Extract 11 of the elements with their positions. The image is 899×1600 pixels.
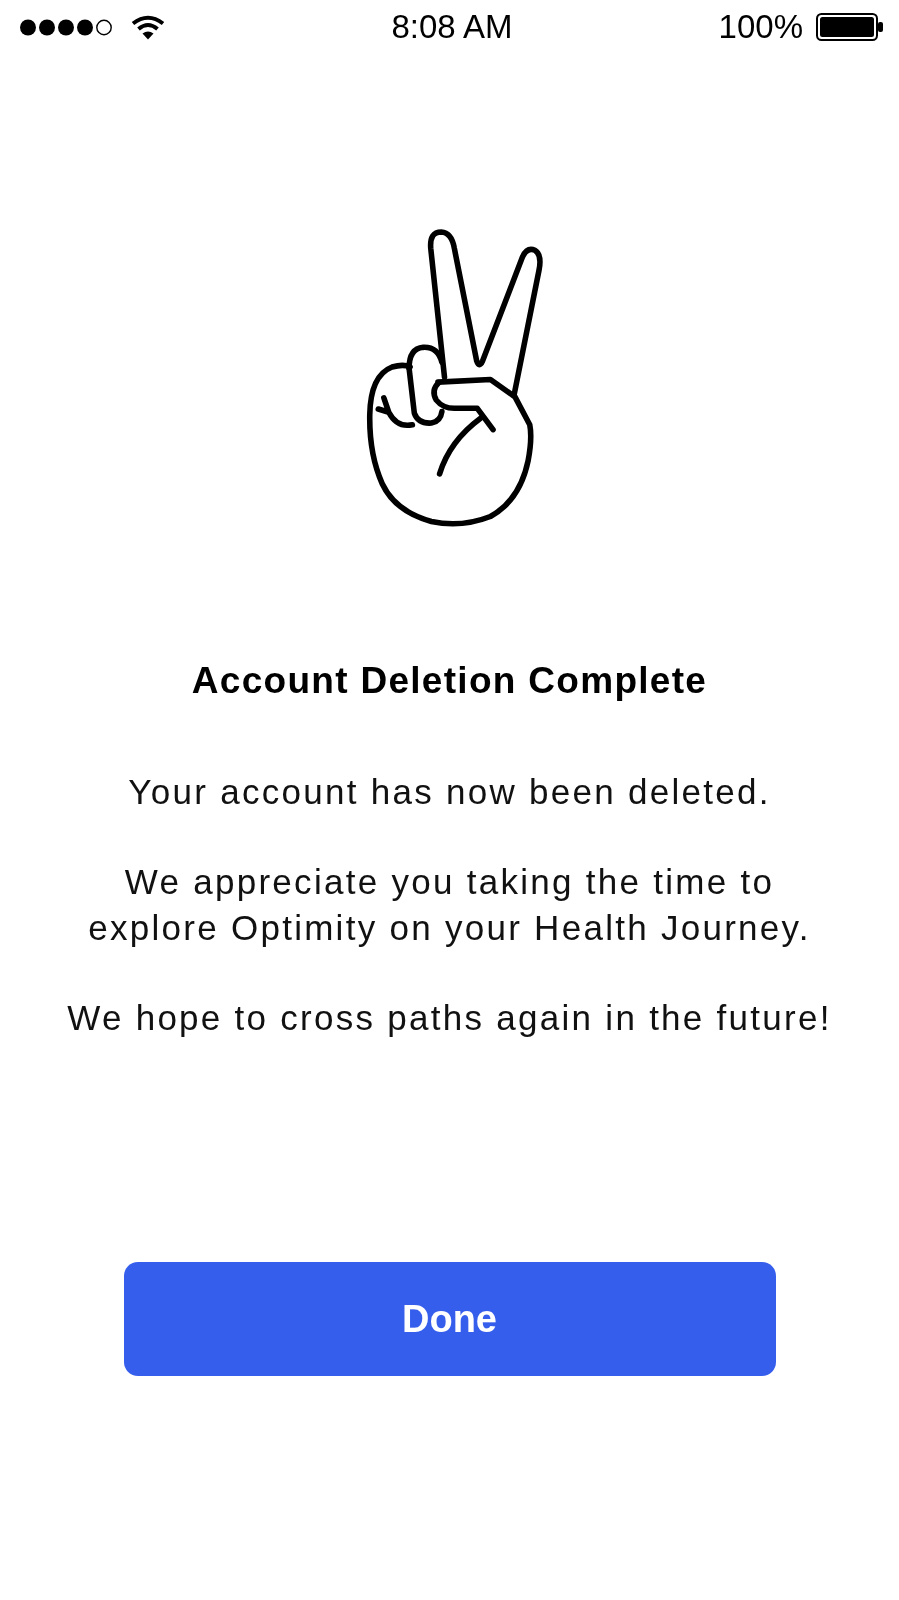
peace-hand-icon — [364, 228, 545, 528]
status-time: 8:08 AM — [391, 7, 513, 47]
signal-strength-icon — [20, 18, 112, 36]
battery-icon — [816, 13, 884, 41]
battery-percentage: 100% — [718, 7, 803, 47]
confirmation-title: Account Deletion Complete — [191, 659, 708, 703]
message-paragraph: We appreciate you taking the time to explore Optimity on your Health Journey. — [88, 861, 811, 949]
message-paragraph: We hope to cross paths again in the future! — [67, 997, 832, 1039]
wifi-icon — [131, 14, 165, 40]
message-paragraph: Your account has now been deleted. — [128, 771, 771, 813]
done-button[interactable]: Done — [123, 1262, 776, 1376]
